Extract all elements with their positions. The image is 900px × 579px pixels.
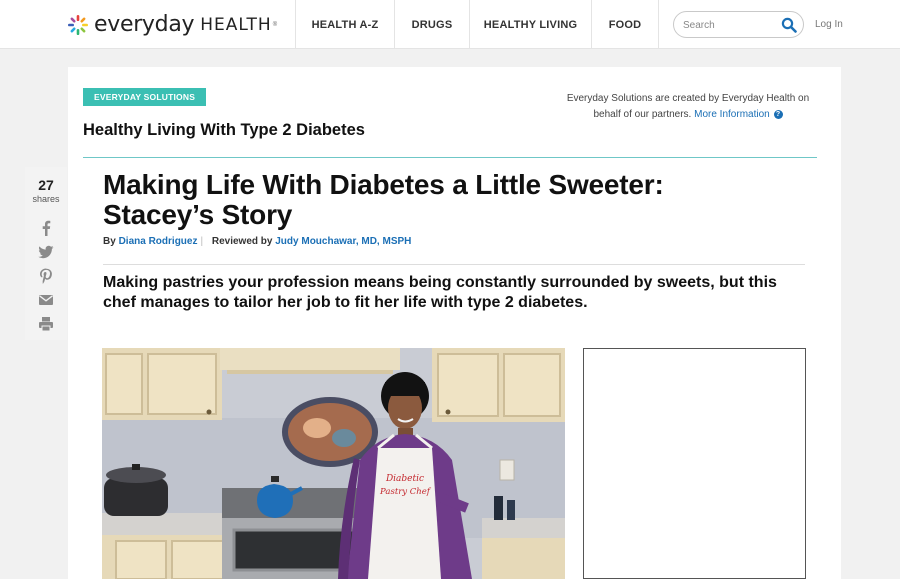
byline: By Diana Rodriguez | Reviewed by Judy Mou…: [103, 236, 411, 247]
pinterest-icon[interactable]: [37, 267, 55, 285]
everyday-health-logo[interactable]: everyday HEALTH ®: [67, 12, 277, 37]
apron-text-line1: Diabetic: [385, 474, 424, 484]
nav-drugs[interactable]: DRUGS: [394, 0, 469, 49]
reviewer-link[interactable]: Judy Mouchawar, MD, MSPH: [275, 236, 411, 247]
advertisement-slot[interactable]: [583, 348, 806, 579]
byline-separator: |: [200, 236, 204, 247]
login-link[interactable]: Log In: [815, 19, 843, 30]
logo-wordmark-health: HEALTH: [200, 14, 272, 35]
search-icon[interactable]: [781, 17, 797, 33]
article-headline: Making Life With Diabetes a Little Sweet…: [103, 170, 763, 230]
partner-disclosure: Everyday Solutions are created by Everyd…: [558, 91, 818, 123]
everyday-solutions-badge[interactable]: EVERYDAY SOLUTIONS: [83, 88, 207, 106]
headline-line-1: Making Life With Diabetes a Little Sweet…: [103, 169, 664, 200]
partner-disclosure-line2: behalf of our partners.: [593, 109, 692, 120]
logo-trademark: ®: [272, 21, 278, 28]
nav-food[interactable]: FOOD: [591, 0, 659, 49]
partner-disclosure-line1: Everyday Solutions are created by Everyd…: [566, 93, 810, 104]
twitter-icon[interactable]: [37, 243, 55, 261]
main-nav: HEALTH A-Z DRUGS HEALTHY LIVING FOOD: [295, 0, 659, 49]
question-mark-icon[interactable]: ?: [773, 110, 783, 119]
facebook-icon[interactable]: [37, 219, 55, 237]
search-box: [673, 11, 804, 38]
share-count: 27: [38, 177, 54, 193]
site-header: everyday HEALTH ® HEALTH A-Z DRUGS HEALT…: [0, 0, 900, 49]
byline-divider: [103, 264, 805, 265]
section-title: Healthy Living With Type 2 Diabetes: [83, 121, 365, 139]
share-rail: 27 shares: [25, 167, 67, 340]
reviewed-by-label: Reviewed by: [211, 236, 273, 247]
logo-wordmark-everyday: everyday: [94, 12, 195, 37]
section-divider: [83, 157, 817, 158]
nav-health-a-z[interactable]: HEALTH A-Z: [295, 0, 394, 49]
nav-healthy-living[interactable]: HEALTHY LIVING: [469, 0, 591, 49]
share-label: shares: [32, 194, 60, 204]
hero-photo-chef-in-kitchen: Diabetic Pastry Chef: [102, 348, 565, 579]
apron-text-line2: Pastry Chef: [379, 487, 432, 497]
email-icon[interactable]: [37, 291, 55, 309]
by-label: By: [103, 236, 116, 247]
hero-image: Diabetic Pastry Chef: [102, 348, 565, 579]
article-dek: Making pastries your profession means be…: [103, 274, 777, 311]
print-icon[interactable]: [37, 315, 55, 333]
author-link[interactable]: Diana Rodriguez: [119, 236, 198, 247]
headline-line-2: Stacey’s Story: [103, 199, 293, 230]
sunburst-logo-icon: [68, 14, 88, 35]
search-input[interactable]: [683, 18, 778, 32]
more-information-link[interactable]: More Information: [694, 109, 770, 120]
